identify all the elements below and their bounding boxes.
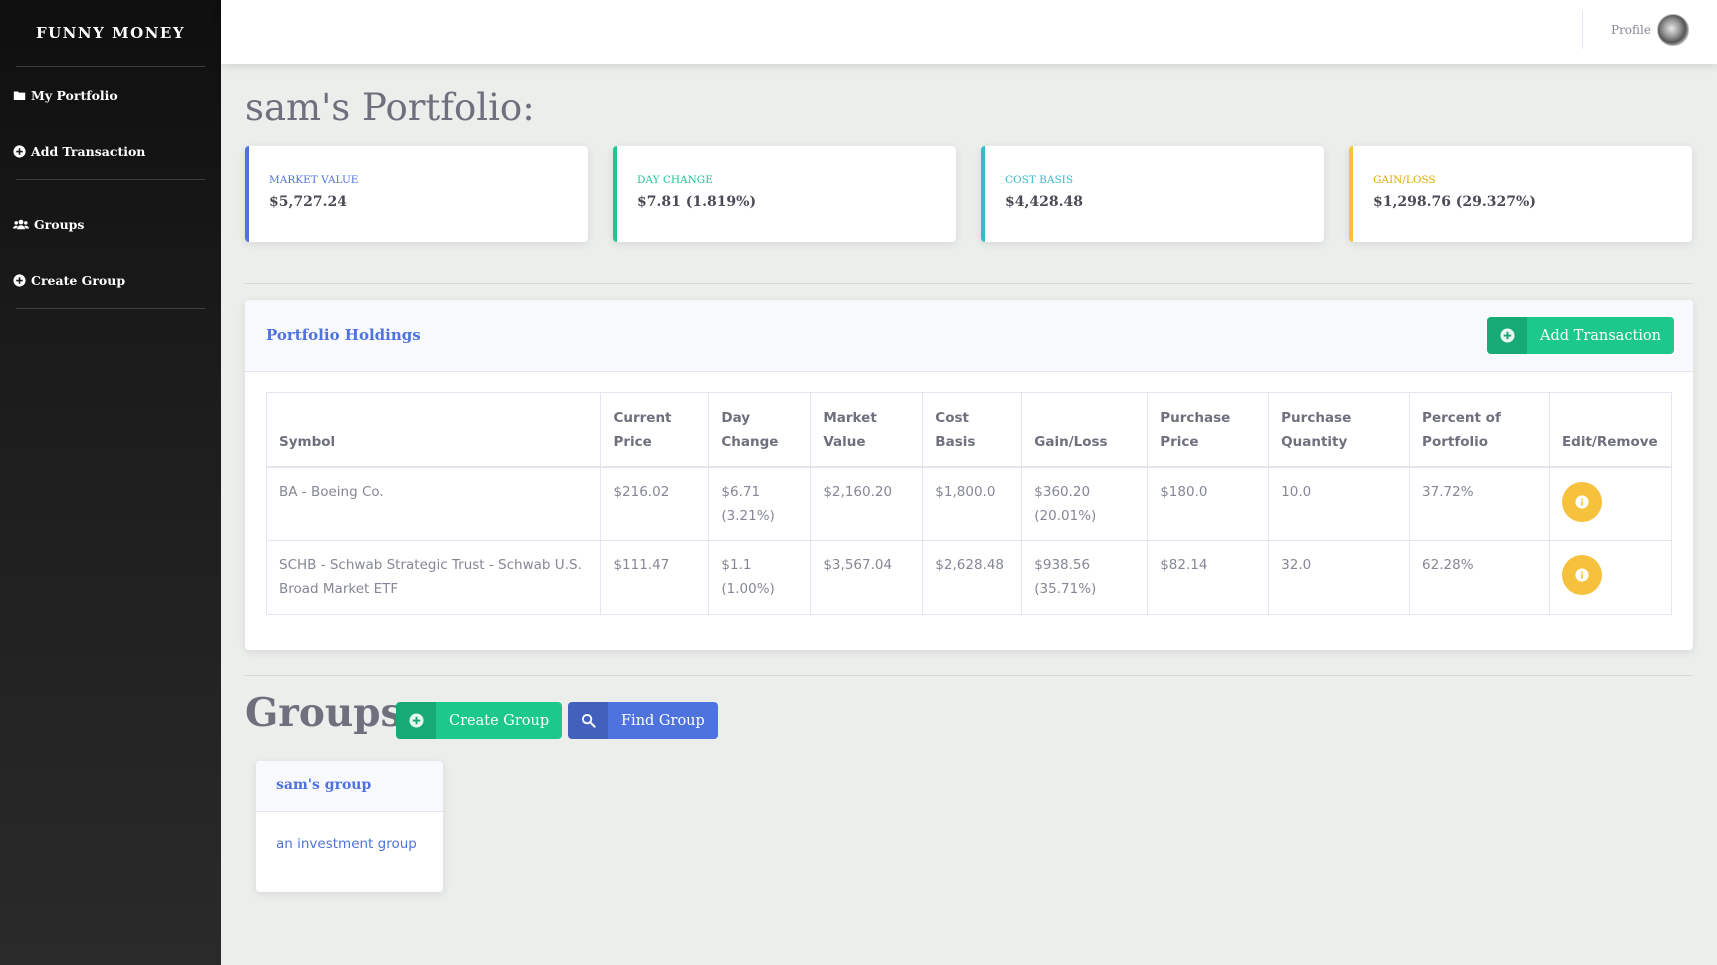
- group-card[interactable]: sam's group an investment group: [256, 761, 443, 892]
- page-title: sam's Portfolio:: [245, 86, 535, 129]
- sidebar-item-groups[interactable]: Groups: [0, 196, 221, 252]
- card-value: $7.81 (1.819%): [637, 194, 757, 210]
- sidebar-item-label: My Portfolio: [31, 87, 118, 103]
- symbol-cell: BA - Boeing Co.: [265, 466, 602, 541]
- day-change-cell: $1.1 (1.00%): [708, 540, 812, 615]
- column-header[interactable]: Purchase Quantity: [1268, 392, 1411, 468]
- current-price-cell: $216.02: [600, 466, 710, 541]
- sidebar-item-my-portfolio[interactable]: My Portfolio: [0, 67, 221, 123]
- group-name[interactable]: sam's group: [256, 761, 443, 812]
- search-icon: [568, 702, 608, 739]
- avatar[interactable]: [1656, 14, 1689, 46]
- group-description: an investment group: [276, 836, 417, 852]
- cost-basis-card: COST BASIS $4,428.48: [981, 146, 1324, 242]
- edit-remove-button[interactable]: [1561, 481, 1602, 522]
- card-value: $1,298.76 (29.327%): [1373, 194, 1536, 210]
- column-header[interactable]: Symbol: [265, 392, 602, 468]
- purchase-price-cell: $180.0: [1147, 466, 1270, 541]
- day-change-cell: $6.71 (3.21%): [708, 466, 812, 541]
- gain-loss-cell: $360.20 (20.01%): [1021, 466, 1149, 541]
- table-row: BA - Boeing Co. $216.02 $6.71 (3.21%) $2…: [265, 466, 1673, 541]
- create-group-button[interactable]: Create Group: [396, 702, 563, 739]
- topbar: Profile: [221, 0, 1717, 64]
- sidebar-divider: [16, 308, 205, 309]
- column-header[interactable]: Cost Basis: [922, 392, 1023, 468]
- card-accent: [981, 146, 985, 242]
- profile-menu[interactable]: Profile: [1611, 14, 1689, 46]
- topbar-divider: [1582, 11, 1583, 49]
- market-value-cell: $2,160.20: [810, 466, 924, 541]
- cost-basis-cell: $1,800.0: [922, 466, 1023, 541]
- holdings-title: Portfolio Holdings: [266, 326, 421, 344]
- gain-loss-card: GAIN/LOSS $1,298.76 (29.327%): [1349, 146, 1692, 242]
- button-label: Add Transaction: [1540, 327, 1661, 344]
- users-icon: [13, 219, 29, 229]
- button-label: Create Group: [449, 712, 550, 729]
- market-value-cell: $3,567.04: [810, 540, 924, 615]
- card-accent: [245, 146, 249, 242]
- section-divider: [245, 283, 1693, 284]
- plus-circle-icon: [13, 273, 26, 287]
- percent-cell: 37.72%: [1409, 466, 1550, 541]
- button-label: Find Group: [621, 712, 705, 729]
- brand-logo[interactable]: FUNNY MONEY: [0, 0, 221, 66]
- table-header-row: Symbol Current Price Day Change Market V…: [265, 392, 1673, 468]
- holdings-header: Portfolio Holdings Add Transaction: [245, 300, 1693, 372]
- sidebar-item-add-transaction[interactable]: Add Transaction: [0, 123, 221, 179]
- column-header[interactable]: Day Change: [708, 392, 812, 468]
- sidebar-item-create-group[interactable]: Create Group: [0, 252, 221, 308]
- add-transaction-button[interactable]: Add Transaction: [1487, 317, 1674, 354]
- column-header[interactable]: Current Price: [600, 392, 710, 468]
- column-header[interactable]: Percent of Portfolio: [1409, 392, 1550, 468]
- card-accent: [1349, 146, 1353, 242]
- folder-icon: [13, 90, 26, 100]
- groups-title: Groups:: [245, 690, 417, 736]
- current-price-cell: $111.47: [600, 540, 710, 615]
- edit-remove-cell: [1548, 466, 1673, 541]
- sidebar-item-label: Add Transaction: [31, 143, 146, 159]
- card-value: $4,428.48: [1005, 194, 1083, 210]
- table-row: SCHB - Schwab Strategic Trust - Schwab U…: [265, 540, 1673, 615]
- card-label: DAY CHANGE: [637, 174, 713, 186]
- plus-circle-icon: [396, 702, 436, 739]
- info-icon: [1575, 568, 1589, 582]
- purchase-quantity-cell: 10.0: [1268, 466, 1411, 541]
- symbol-cell: SCHB - Schwab Strategic Trust - Schwab U…: [265, 540, 602, 615]
- cost-basis-cell: $2,628.48: [922, 540, 1023, 615]
- holdings-table: Symbol Current Price Day Change Market V…: [265, 392, 1673, 615]
- sidebar-item-label: Create Group: [31, 272, 126, 288]
- card-label: GAIN/LOSS: [1373, 174, 1436, 186]
- portfolio-holdings-panel: Portfolio Holdings Add Transaction Symbo…: [245, 300, 1693, 650]
- market-value-card: MARKET VALUE $5,727.24: [245, 146, 588, 242]
- plus-circle-icon: [13, 144, 26, 158]
- find-group-button[interactable]: Find Group: [568, 702, 718, 739]
- sidebar-item-label: Groups: [34, 216, 85, 232]
- purchase-price-cell: $82.14: [1147, 540, 1270, 615]
- column-header: Edit/Remove: [1548, 392, 1673, 468]
- edit-remove-button[interactable]: [1561, 555, 1602, 595]
- profile-label: Profile: [1611, 23, 1651, 37]
- plus-circle-icon: [1487, 317, 1527, 354]
- day-change-card: DAY CHANGE $7.81 (1.819%): [613, 146, 956, 242]
- gain-loss-cell: $938.56 (35.71%): [1021, 540, 1149, 615]
- percent-cell: 62.28%: [1409, 540, 1550, 615]
- column-header[interactable]: Market Value: [810, 392, 924, 468]
- column-header[interactable]: Gain/Loss: [1021, 392, 1149, 468]
- info-icon: [1575, 494, 1589, 509]
- section-divider: [245, 675, 1693, 676]
- card-label: MARKET VALUE: [269, 174, 359, 186]
- sidebar: FUNNY MONEY My Portfolio Add Transaction…: [0, 0, 221, 965]
- column-header[interactable]: Purchase Price: [1147, 392, 1270, 468]
- purchase-quantity-cell: 32.0: [1268, 540, 1411, 615]
- card-label: COST BASIS: [1005, 174, 1074, 186]
- edit-remove-cell: [1548, 540, 1673, 615]
- card-value: $5,727.24: [269, 194, 347, 210]
- card-accent: [613, 146, 617, 242]
